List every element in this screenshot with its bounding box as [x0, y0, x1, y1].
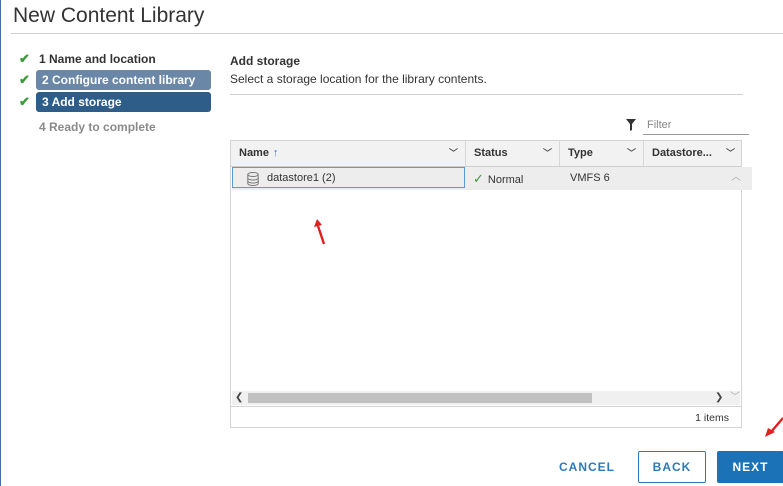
cancel-button[interactable]: CANCEL — [546, 451, 628, 483]
sort-ascending-icon: ↑ — [272, 147, 279, 159]
scroll-down-icon[interactable]: ﹀ — [730, 391, 740, 405]
cell-type: VMFS 6 — [570, 172, 610, 184]
wizard-step-label: 1 Name and location — [39, 52, 156, 66]
filter-input[interactable] — [643, 116, 749, 135]
wizard-step-label: 3 Add storage — [36, 92, 211, 112]
check-icon: ✔ — [19, 94, 30, 109]
column-header-label: Status — [474, 147, 508, 159]
column-header-label: Name — [239, 147, 269, 159]
new-content-library-dialog: New Content Library ✔ 1 Name and locatio… — [0, 0, 783, 486]
chevron-down-icon[interactable]: ﹀ — [543, 141, 552, 166]
column-header-type[interactable]: Type ﹀ — [560, 141, 644, 166]
scroll-up-icon[interactable]: ︿ — [731, 168, 741, 183]
scroll-left-icon[interactable]: ❮ — [235, 391, 243, 405]
chevron-down-icon[interactable]: ﹀ — [449, 141, 458, 166]
column-header-name[interactable]: Name ↑ ﹀ — [231, 141, 466, 166]
datastore-grid: Name↑ ﹀ Status ﹀ Type ﹀ Datastore... ﹀ — [230, 140, 752, 429]
check-icon: ✔ — [19, 72, 30, 87]
grid-header: Name ↑ ﹀ Status ﹀ Type ﹀ Datastore... ﹀ — [231, 141, 741, 167]
annotation-arrow-icon — [314, 219, 326, 245]
filter-icon — [626, 119, 636, 131]
check-icon: ✔ — [19, 51, 30, 66]
column-header-status[interactable]: Status ﹀ — [466, 141, 560, 166]
horizontal-scrollbar[interactable]: ❮ ❯ ﹀ — [232, 391, 740, 405]
column-header-label: Datastore... — [652, 147, 712, 159]
section-divider — [230, 94, 743, 95]
dialog-title: New Content Library — [13, 4, 205, 27]
cell-status: ✓ Normal — [473, 167, 563, 190]
wizard-step-label: 4 Ready to complete — [39, 120, 156, 134]
check-icon: ✓ — [473, 171, 484, 186]
section-title: Add storage — [230, 54, 301, 68]
items-count: 1 items — [695, 412, 729, 424]
column-header-datastore[interactable]: Datastore... ﹀ — [644, 141, 742, 166]
table-row[interactable]: datastore1 (2) ✓ Normal VMFS 6 — [232, 167, 752, 190]
datastore-name: datastore1 (2) — [267, 172, 336, 184]
annotation-arrow-icon — [765, 417, 783, 437]
cell-name[interactable]: datastore1 (2) — [232, 167, 465, 188]
wizard-step-label: 2 Configure content library — [36, 70, 211, 90]
title-divider — [11, 33, 783, 34]
scrollbar-thumb[interactable] — [248, 393, 592, 403]
grid-footer: 1 items — [231, 406, 741, 429]
back-button[interactable]: BACK — [638, 451, 706, 483]
section-description: Select a storage location for the librar… — [230, 72, 487, 86]
next-button[interactable]: NEXT — [717, 451, 783, 483]
column-header-label: Type — [568, 147, 593, 159]
chevron-down-icon[interactable]: ﹀ — [726, 141, 735, 166]
status-text: Normal — [487, 174, 524, 186]
chevron-down-icon[interactable]: ﹀ — [627, 141, 636, 166]
database-icon — [247, 172, 259, 186]
scroll-right-icon[interactable]: ❯ — [715, 391, 723, 405]
